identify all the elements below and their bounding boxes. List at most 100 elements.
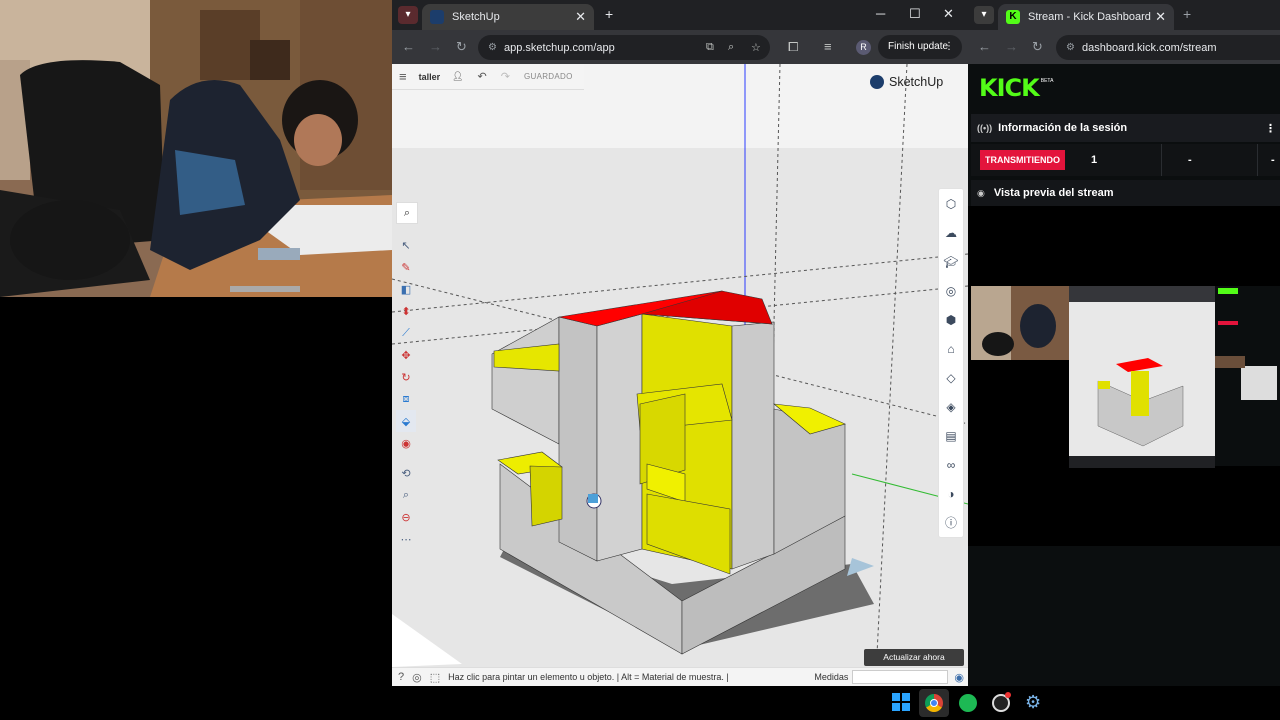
info-icon[interactable]: ⓘ xyxy=(939,508,963,537)
kick-tab-search-button[interactable]: ▾ xyxy=(974,6,994,24)
close-window-button[interactable]: ✕ xyxy=(943,6,954,22)
menu-dots-icon[interactable]: ⋮ xyxy=(944,35,954,59)
kick-address-bar: ← → ↻ ⚙ dashboard.kick.com/stream xyxy=(968,30,1280,64)
profile-avatar[interactable]: R xyxy=(856,40,871,55)
chrome-taskbar-button[interactable] xyxy=(919,689,949,717)
model-canvas xyxy=(392,64,968,667)
components-icon[interactable]: ◎ xyxy=(939,276,963,305)
back-icon[interactable]: ← xyxy=(402,39,415,55)
kick-reload-icon[interactable]: ↻ xyxy=(1032,39,1043,55)
help-icon[interactable]: ? xyxy=(398,671,404,683)
site-info-icon[interactable]: ⚙ xyxy=(488,42,497,53)
stream-preview-header: ◉ Vista previa del stream xyxy=(971,180,1280,206)
scale-tool-icon[interactable]: ⧈ xyxy=(396,388,416,410)
tab-bar: ▾ SketchUp ✕ + ─ ☐ ✕ xyxy=(392,0,968,30)
pencil-tool-icon[interactable]: ✎ xyxy=(396,256,416,278)
materials-icon[interactable]: ☁ xyxy=(939,218,963,247)
session-menu-icon[interactable]: ⋮ xyxy=(1265,122,1276,135)
broadcast-icon: ((•)) xyxy=(977,123,993,133)
reload-icon[interactable]: ↻ xyxy=(456,39,467,55)
select-tool-icon[interactable]: ↖ xyxy=(396,234,416,256)
stream-preview-image xyxy=(971,286,1280,468)
redo-icon[interactable]: ↷ xyxy=(501,70,510,83)
save-status: GUARDADO xyxy=(523,72,573,81)
stat-duration: - xyxy=(1188,154,1192,166)
paint-status-icon: ⬚ xyxy=(429,671,441,684)
reading-list-icon[interactable]: ≡ xyxy=(824,39,832,55)
preview-icon: ◉ xyxy=(977,187,985,198)
sketchup-status-logo-icon: ◉ xyxy=(954,671,964,684)
sketchup-brand: SketchUp xyxy=(870,75,943,89)
maximize-button[interactable]: ☐ xyxy=(909,6,921,22)
kick-logo[interactable]: KICK xyxy=(979,74,1040,102)
scenes-icon[interactable]: ⌂ xyxy=(939,334,963,363)
tab-kick-dashboard[interactable]: K Stream - Kick Dashboard ✕ xyxy=(998,4,1174,30)
spotify-icon[interactable] xyxy=(959,694,977,712)
install-app-icon[interactable]: ⧉ xyxy=(706,41,714,54)
zoom-indicator-icon[interactable]: ⌕ xyxy=(728,41,734,54)
display-icon[interactable]: ▤ xyxy=(939,421,963,450)
glasses-icon[interactable]: ∞ xyxy=(939,450,963,479)
undo-icon[interactable]: ↶ xyxy=(478,70,487,83)
layers-icon[interactable]: ◈ xyxy=(939,392,963,421)
status-message: Haz clic para pintar un elemento u objet… xyxy=(448,672,729,682)
close-tab-icon[interactable]: ✕ xyxy=(575,9,586,25)
workspace-name[interactable]: taller xyxy=(419,72,441,82)
globe-icon[interactable]: ◎ xyxy=(412,671,422,684)
url-field[interactable]: ⚙ app.sketchup.com/app ⧉ ⌕ ☆ xyxy=(478,35,770,60)
line-tool-icon[interactable]: ⟋ xyxy=(396,322,416,344)
more-tools-icon[interactable]: ⋯ xyxy=(396,528,416,550)
kick-new-tab-button[interactable]: + xyxy=(1183,6,1191,22)
rotate-tool-icon[interactable]: ↻ xyxy=(396,366,416,388)
extensions-icon[interactable]: ⧠ xyxy=(788,39,798,55)
stream-preview-player[interactable] xyxy=(968,206,1280,546)
session-stats-row: TRANSMITIENDO 1 - - xyxy=(971,144,1280,176)
bookmark-star-icon[interactable]: ☆ xyxy=(751,41,761,54)
finish-update-button[interactable]: Finish update ⋮ xyxy=(878,35,962,59)
kick-header: KICK BETA xyxy=(968,64,1280,112)
outliner-icon[interactable]: ⬢ xyxy=(939,305,963,334)
settings-icon[interactable]: ⚙ xyxy=(1025,692,1041,713)
forward-icon[interactable]: → xyxy=(429,39,442,55)
hamburger-menu-icon[interactable]: ≡ xyxy=(399,69,407,84)
sketchup-favicon xyxy=(430,10,444,24)
shadows-icon[interactable]: ◑ xyxy=(939,479,963,508)
brand-text: SketchUp xyxy=(889,75,944,89)
kick-close-tab-icon[interactable]: ✕ xyxy=(1155,9,1166,25)
minimize-button[interactable]: ─ xyxy=(876,6,885,21)
live-status-badge: TRANSMITIENDO xyxy=(980,150,1065,170)
notification-dot xyxy=(1005,692,1011,698)
orbit-tool-icon[interactable]: ⟲ xyxy=(396,462,416,484)
paint-bucket-tool-icon[interactable]: ⬙ xyxy=(396,410,416,432)
update-now-button[interactable]: Actualizar ahora xyxy=(864,649,964,666)
kick-site-info-icon[interactable]: ⚙ xyxy=(1066,42,1075,53)
kick-back-icon[interactable]: ← xyxy=(978,39,991,55)
address-bar: ← → ↻ ⚙ app.sketchup.com/app ⧉ ⌕ ☆ ⧠ ≡ R… xyxy=(392,30,968,64)
paint-bucket-cursor xyxy=(586,493,602,509)
kick-url-field[interactable]: ⚙ dashboard.kick.com/stream xyxy=(1056,35,1280,60)
tape-tool-icon[interactable]: ◉ xyxy=(396,432,416,454)
measurements-input[interactable] xyxy=(852,670,949,684)
kick-forward-icon[interactable]: → xyxy=(1005,39,1018,55)
tab-sketchup[interactable]: SketchUp ✕ xyxy=(422,4,594,30)
sketchup-viewport[interactable]: ≡ taller 👤︎ ↶ ↷ GUARDADO SketchUp ⌕ ↖ ✎ … xyxy=(392,64,968,667)
push-pull-tool-icon[interactable]: ⬍ xyxy=(396,300,416,322)
move-tool-icon[interactable]: ✥ xyxy=(396,344,416,366)
zoom-tool-icon[interactable]: ⌕ xyxy=(396,484,416,506)
windows-start-icon[interactable] xyxy=(892,693,910,711)
styles-icon[interactable]: 🎓︎ xyxy=(939,247,963,276)
sketchup-top-toolbar: ≡ taller 👤︎ ↶ ↷ GUARDADO xyxy=(392,64,584,90)
session-info-title: Información de la sesión xyxy=(998,122,1128,134)
new-tab-button[interactable]: + xyxy=(605,6,613,22)
user-icon[interactable]: 👤︎ xyxy=(452,71,463,82)
soften-icon[interactable]: ◇ xyxy=(939,363,963,392)
search-tool-icon[interactable]: ⌕ xyxy=(396,202,418,224)
stat-divider xyxy=(1161,144,1162,176)
kick-browser-window: ▾ K Stream - Kick Dashboard ✕ + ← → ↻ ⚙ … xyxy=(968,0,1280,686)
entity-info-icon[interactable]: ⬡ xyxy=(939,189,963,218)
tab-search-button[interactable]: ▾ xyxy=(398,6,418,24)
section-tool-icon[interactable]: ⊖ xyxy=(396,506,416,528)
eraser-tool-icon[interactable]: ◧ xyxy=(396,278,416,300)
left-toolbar: ↖ ✎ ◧ ⬍ ⟋ ✥ ↻ ⧈ ⬙ ◉ ⟲ ⌕ ⊖ ⋯ xyxy=(396,234,416,584)
right-panel-toolbar: ⬡ ☁ 🎓︎ ◎ ⬢ ⌂ ◇ ◈ ▤ ∞ ◑ ⓘ xyxy=(938,188,964,538)
